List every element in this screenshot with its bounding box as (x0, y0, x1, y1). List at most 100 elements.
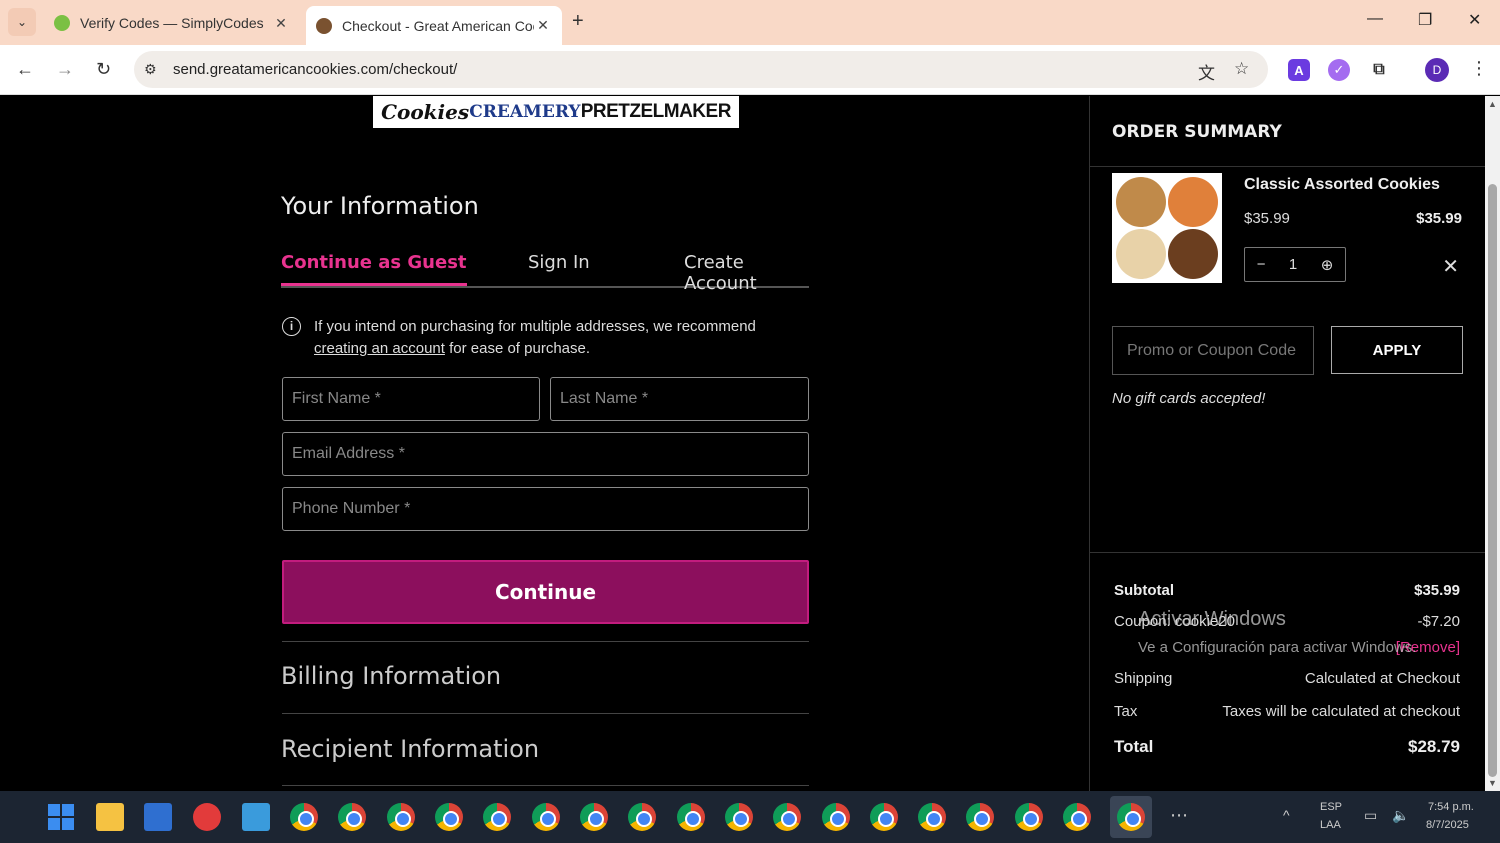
address-bar[interactable]: ⚙ send.greatamericancookies.com/checkout… (134, 51, 1268, 88)
clock-time[interactable]: 7:54 p.m. (1428, 801, 1474, 813)
tax-value: Taxes will be calculated at checkout (1222, 703, 1460, 720)
browser-toolbar: ← → ↻ ⚙ send.greatamericancookies.com/ch… (0, 45, 1500, 95)
continue-button[interactable]: Continue (282, 560, 809, 624)
chrome-icon[interactable] (677, 803, 705, 831)
chevron-down-icon: ⌄ (16, 15, 28, 29)
phone-input[interactable] (282, 487, 809, 531)
profile-avatar[interactable]: D (1425, 58, 1449, 82)
app-icon[interactable] (193, 803, 221, 831)
microsoft-store-icon[interactable] (144, 803, 172, 831)
minus-icon[interactable]: − (1257, 256, 1266, 273)
summary-divider (1090, 552, 1486, 553)
clock-date[interactable]: 8/7/2025 (1426, 819, 1469, 831)
restore-icon[interactable]: ❐ (1418, 10, 1432, 30)
cookie-image-part (1168, 177, 1218, 227)
pretzelmaker-logo: PRETZELMAKER (580, 101, 732, 122)
chrome-icon[interactable] (290, 803, 318, 831)
translate-icon[interactable]: 文 (1198, 59, 1215, 84)
chrome-icon[interactable] (870, 803, 898, 831)
tax-label: Tax (1114, 703, 1138, 720)
order-summary-panel: ORDER SUMMARY Classic Assorted Cookies $… (1089, 96, 1486, 791)
email-input[interactable] (282, 432, 809, 476)
remove-item-icon[interactable]: ✕ (1442, 254, 1459, 279)
chrome-icon[interactable] (773, 803, 801, 831)
promo-code-input[interactable] (1112, 326, 1314, 375)
last-name-input[interactable] (550, 377, 809, 421)
cookie-image-part (1116, 177, 1166, 227)
site-settings-icon[interactable]: ⚙ (144, 61, 157, 78)
chrome-icon[interactable] (725, 803, 753, 831)
chrome-icon[interactable] (435, 803, 463, 831)
recipient-information-heading[interactable]: Recipient Information (281, 735, 539, 763)
language-indicator[interactable]: ESP (1320, 801, 1342, 813)
scroll-down-icon[interactable]: ▼ (1488, 778, 1497, 788)
tray-chevron-up-icon[interactable]: ^ (1283, 807, 1290, 823)
product-name: Classic Assorted Cookies (1244, 176, 1440, 193)
section-divider (282, 785, 809, 786)
tab-search-button[interactable]: ⌄ (8, 8, 36, 36)
chrome-icon[interactable] (628, 803, 656, 831)
chrome-icon[interactable] (580, 803, 608, 831)
section-divider (282, 713, 809, 714)
simplycodes-favicon-icon (54, 15, 70, 31)
billing-information-heading[interactable]: Billing Information (281, 662, 501, 690)
order-summary-heading: ORDER SUMMARY (1112, 122, 1282, 142)
coupon-value: -$7.20 (1417, 613, 1460, 630)
vpn-app-icon[interactable] (242, 803, 270, 831)
chrome-icon[interactable] (1015, 803, 1043, 831)
quantity-value[interactable]: 1 (1289, 256, 1297, 273)
chrome-icon[interactable] (532, 803, 560, 831)
chrome-icon[interactable] (966, 803, 994, 831)
forward-arrow-icon[interactable]: → (56, 59, 74, 80)
minimize-icon[interactable]: — (1367, 10, 1383, 28)
close-tab-icon[interactable]: ✕ (534, 17, 552, 34)
cookie-favicon-icon (316, 17, 332, 34)
chrome-icon[interactable] (822, 803, 850, 831)
product-unit-price: $35.99 (1244, 210, 1290, 227)
new-tab-icon[interactable]: + (572, 10, 584, 33)
windows-start-icon[interactable] (48, 804, 74, 830)
apply-promo-button[interactable]: APPLY (1331, 326, 1463, 374)
extension-a-icon[interactable]: A (1288, 59, 1310, 81)
scrollbar-thumb[interactable] (1488, 184, 1497, 777)
bookmark-star-icon[interactable]: ☆ (1234, 59, 1249, 79)
close-tab-icon[interactable]: ✕ (272, 15, 290, 32)
reload-icon[interactable]: ↻ (96, 59, 111, 80)
extension-simplycodes-icon[interactable]: ✓ (1328, 59, 1350, 81)
page-scrollbar[interactable]: ▲ ▼ (1485, 96, 1500, 791)
chrome-icon[interactable] (1063, 803, 1091, 831)
volume-icon[interactable]: 🔈 (1392, 807, 1409, 824)
browser-tab-checkout[interactable]: Checkout - Great American Coo ✕ (306, 6, 562, 45)
extensions-puzzle-icon[interactable]: ⧉ (1368, 59, 1390, 81)
tab-create-account[interactable]: Create Account (684, 252, 809, 294)
total-label: Total (1114, 737, 1154, 756)
file-explorer-icon[interactable] (96, 803, 124, 831)
windows-taskbar: ⋯ ^ ESP LAA ▭ 🔈 7:54 p.m. 8/7/2025 (0, 791, 1500, 843)
plus-icon[interactable]: ⊕ (1321, 256, 1334, 274)
create-account-link[interactable]: creating an account (314, 340, 445, 357)
no-gift-cards-note: No gift cards accepted! (1112, 390, 1266, 407)
checkout-page: Cookies CREAMERY PRETZELMAKER Your Infor… (0, 96, 1500, 791)
chrome-icon[interactable] (483, 803, 511, 831)
back-arrow-icon[interactable]: ← (16, 59, 34, 80)
summary-divider (1090, 166, 1486, 167)
language-indicator-sub[interactable]: LAA (1320, 819, 1341, 831)
notice-text-end: for ease of purchase. (449, 340, 591, 357)
chrome-icon[interactable] (338, 803, 366, 831)
quantity-stepper: − 1 ⊕ (1244, 247, 1346, 282)
close-window-icon[interactable]: ✕ (1468, 10, 1481, 30)
subtotal-value: $35.99 (1414, 582, 1460, 599)
browser-tab-simplycodes[interactable]: Verify Codes — SimplyCodes ✕ (44, 6, 300, 40)
chrome-icon[interactable] (918, 803, 946, 831)
tab-sign-in[interactable]: Sign In (528, 252, 590, 273)
scroll-up-icon[interactable]: ▲ (1488, 99, 1497, 109)
url-text[interactable]: send.greatamericancookies.com/checkout/ (173, 61, 457, 78)
first-name-input[interactable] (282, 377, 540, 421)
browser-menu-icon[interactable]: ⋮ (1470, 58, 1488, 79)
chrome-icon[interactable] (387, 803, 415, 831)
tab-continue-as-guest[interactable]: Continue as Guest (281, 252, 467, 286)
network-icon[interactable]: ▭ (1364, 807, 1377, 824)
your-information-heading: Your Information (281, 192, 479, 220)
chrome-active-icon[interactable] (1117, 803, 1145, 831)
more-apps-icon[interactable]: ⋯ (1170, 805, 1188, 826)
